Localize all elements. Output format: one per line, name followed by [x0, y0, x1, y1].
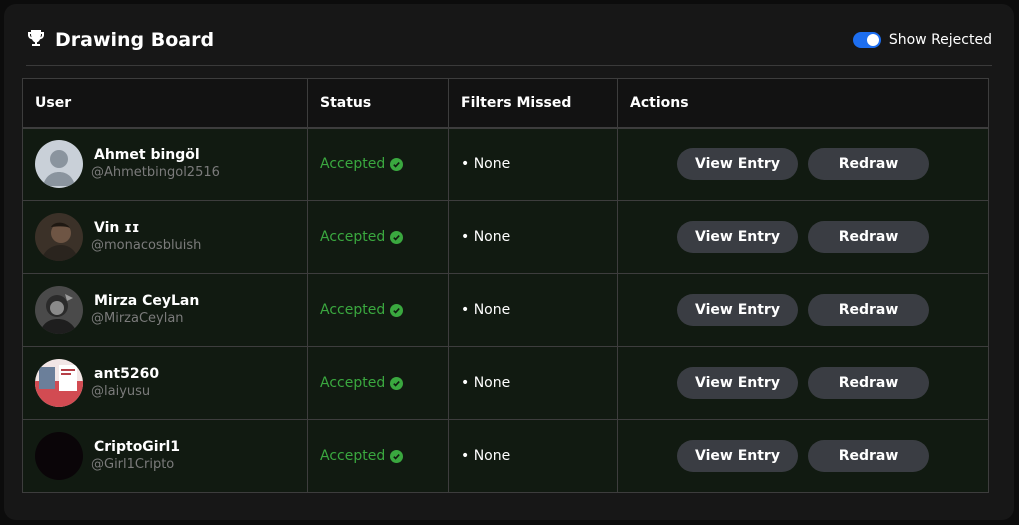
filters-missed-cell: • None: [448, 419, 618, 493]
status-badge: Accepted: [320, 375, 436, 391]
user-cell: Vin ɪɪ @monacosbluish: [22, 200, 308, 274]
check-circle-icon: [390, 157, 404, 171]
column-header-actions: Actions: [617, 78, 989, 129]
user-handle: @MirzaCeylan: [91, 311, 184, 326]
redraw-button[interactable]: Redraw: [808, 440, 929, 472]
table-row: Mirza CeyLan @MirzaCeylan Accepted • Non…: [22, 273, 989, 347]
check-circle-icon: [390, 303, 404, 317]
user-cell: ant5260 @laiyusu: [22, 346, 308, 420]
title-group: Drawing Board: [26, 28, 214, 52]
avatar[interactable]: [35, 359, 83, 407]
table-row: Ahmet bingöl @Ahmetbingol2516 Accepted •…: [22, 127, 989, 201]
user-name: ant5260: [94, 366, 160, 382]
table-row: ant5260 @laiyusu Accepted • None View En…: [22, 346, 989, 420]
user-info: CriptoGirl1 @Girl1Cripto: [35, 432, 295, 480]
filters-missed-cell: • None: [448, 200, 618, 274]
actions-cell: View Entry Redraw: [617, 346, 989, 420]
user-info: ant5260 @laiyusu: [35, 359, 295, 407]
status-cell: Accepted: [307, 273, 449, 347]
check-circle-icon: [390, 230, 404, 244]
actions-cell: View Entry Redraw: [617, 419, 989, 493]
status-cell: Accepted: [307, 200, 449, 274]
user-info: Vin ɪɪ @monacosbluish: [35, 213, 295, 261]
column-header-status: Status: [307, 78, 449, 129]
view-entry-button[interactable]: View Entry: [677, 148, 798, 181]
status-cell: Accepted: [307, 346, 449, 420]
user-name: Vin ɪɪ: [94, 220, 140, 236]
redraw-button[interactable]: Redraw: [808, 367, 929, 399]
table-header-row: User Status Filters Missed Actions: [22, 78, 989, 129]
avatar[interactable]: [35, 286, 83, 334]
filters-missed-cell: • None: [448, 273, 618, 347]
view-entry-button[interactable]: View Entry: [677, 440, 798, 472]
toggle-switch[interactable]: [852, 32, 881, 48]
status-badge: Accepted: [320, 302, 436, 318]
user-cell: Mirza CeyLan @MirzaCeylan: [22, 273, 308, 347]
actions-cell: View Entry Redraw: [617, 127, 989, 201]
user-name: Mirza CeyLan: [94, 293, 200, 309]
user-name: CriptoGirl1: [94, 439, 181, 455]
avatar[interactable]: [35, 213, 83, 261]
status-cell: Accepted: [307, 419, 449, 493]
filters-missed-cell: • None: [448, 127, 618, 201]
filters-missed-cell: • None: [448, 346, 618, 420]
status-badge: Accepted: [320, 156, 436, 172]
status-text: Accepted: [320, 156, 386, 173]
status-text: Accepted: [320, 375, 386, 391]
status-badge: Accepted: [320, 448, 436, 464]
show-rejected-toggle[interactable]: Show Rejected: [852, 32, 992, 48]
actions-cell: View Entry Redraw: [617, 200, 989, 274]
view-entry-button[interactable]: View Entry: [677, 294, 798, 326]
user-handle: @monacosbluish: [91, 238, 202, 253]
panel-title: Drawing Board: [55, 29, 215, 51]
actions-cell: View Entry Redraw: [617, 273, 989, 347]
user-handle: @Ahmetbingol2516: [91, 165, 220, 181]
redraw-button[interactable]: Redraw: [808, 148, 929, 181]
user-info: Mirza CeyLan @MirzaCeylan: [35, 286, 295, 334]
column-header-user: User: [22, 78, 308, 129]
status-badge: Accepted: [320, 229, 436, 245]
user-cell: Ahmet bingöl @Ahmetbingol2516: [22, 127, 308, 201]
redraw-button[interactable]: Redraw: [808, 221, 929, 253]
redraw-button[interactable]: Redraw: [808, 294, 929, 326]
check-circle-icon: [390, 449, 404, 463]
status-cell: Accepted: [307, 127, 449, 201]
panel-header: Drawing Board Show Rejected: [26, 24, 992, 56]
status-text: Accepted: [320, 302, 386, 318]
status-text: Accepted: [320, 229, 386, 245]
column-header-filters: Filters Missed: [448, 78, 618, 129]
status-text: Accepted: [320, 448, 386, 464]
header-divider: [26, 65, 992, 66]
table-row: CriptoGirl1 @Girl1Cripto Accepted • None…: [22, 419, 989, 493]
toggle-label: Show Rejected: [888, 32, 992, 48]
table-row: Vin ɪɪ @monacosbluish Accepted • None Vi…: [22, 200, 989, 274]
user-info: Ahmet bingöl @Ahmetbingol2516: [35, 140, 295, 189]
entries-table: User Status Filters Missed Actions Ahmet…: [22, 78, 989, 493]
trophy-icon: [26, 28, 46, 52]
avatar[interactable]: [35, 432, 83, 480]
user-handle: @Girl1Cripto: [91, 457, 175, 472]
user-handle: @laiyusu: [91, 384, 151, 399]
user-name: Ahmet bingöl: [94, 147, 200, 164]
user-cell: CriptoGirl1 @Girl1Cripto: [22, 419, 308, 493]
toggle-knob: [866, 34, 879, 46]
avatar[interactable]: [35, 140, 83, 189]
view-entry-button[interactable]: View Entry: [677, 367, 798, 399]
check-circle-icon: [390, 376, 404, 390]
view-entry-button[interactable]: View Entry: [677, 221, 798, 253]
